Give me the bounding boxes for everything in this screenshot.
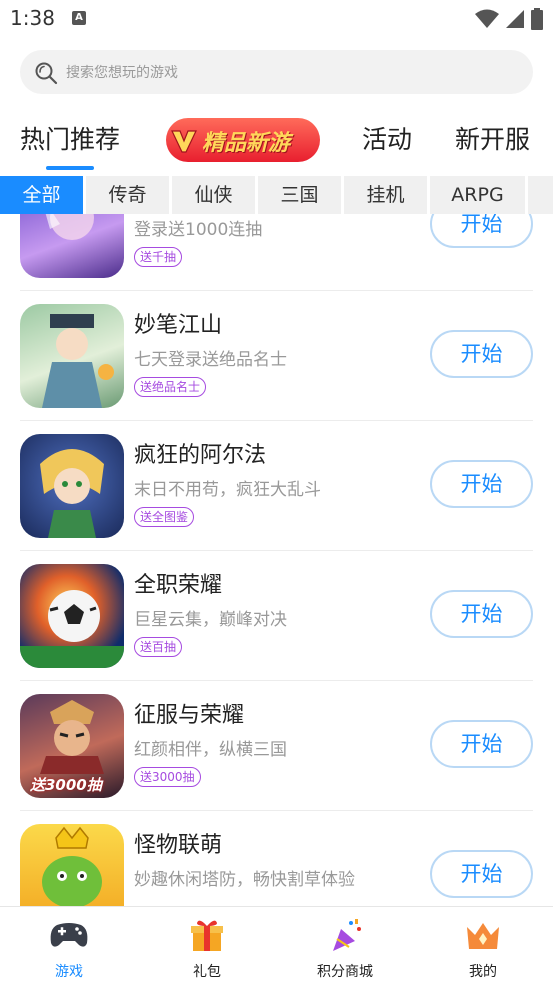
search-icon [35, 62, 58, 85]
category-xianxia[interactable]: 仙侠 [172, 176, 255, 214]
category-idle[interactable]: 挂机 [344, 176, 427, 214]
category-three-kingdoms[interactable]: 三国 [258, 176, 341, 214]
game-art-icon [40, 449, 104, 538]
nav-label: 游戏 [55, 964, 83, 980]
signal-icon [506, 10, 524, 28]
category-arpg[interactable]: ARPG [430, 176, 525, 214]
crown-icon [467, 923, 499, 949]
start-button[interactable]: 开始 [430, 460, 533, 508]
app-screen: 1:38 A 搜索您想玩的游戏 热门推荐 精品新游 活动 新开服 全部 传奇 仙… [0, 0, 553, 983]
icon-overlay-text: 送3000抽 [30, 776, 102, 794]
main-tabs: 热门推荐 精品新游 活动 新开服 [0, 108, 553, 170]
game-desc: 七天登录送绝品名士 [134, 350, 287, 370]
status-bar: 1:38 A [0, 0, 553, 40]
game-desc: 登录送1000连抽 [134, 220, 263, 240]
battery-icon [531, 8, 543, 30]
game-desc: 妙趣休闲塔防，畅快割草体验 [134, 870, 355, 890]
nav-label: 礼包 [193, 964, 221, 980]
game-title: 全职荣耀 [134, 573, 223, 598]
game-title: 疯狂的阿尔法 [134, 443, 267, 468]
game-icon: 送3000抽 [20, 694, 124, 798]
game-art-icon [42, 826, 102, 906]
tab-activity[interactable]: 活动 [362, 120, 412, 156]
notification-icon: A [72, 11, 86, 25]
v-logo-icon [171, 130, 197, 153]
start-button[interactable]: 开始 [430, 590, 533, 638]
game-title: 怪物联萌 [134, 833, 223, 858]
tab-hot-recommend[interactable]: 热门推荐 [20, 120, 121, 170]
gift-badge: 送百抽 [134, 637, 183, 657]
game-art-icon [42, 314, 114, 408]
gift-badge: 送全图鉴 [134, 507, 195, 527]
game-list-item[interactable]: 登录送1000连抽 送千抽 开始 [0, 214, 553, 291]
category-legend[interactable]: 传奇 [86, 176, 169, 214]
game-icon [20, 304, 124, 408]
tab-label: 精品新游 [202, 131, 291, 156]
status-time: 1:38 [10, 6, 55, 30]
tab-new-server[interactable]: 新开服 [455, 120, 530, 156]
nav-gifts[interactable]: 礼包 [138, 907, 276, 983]
category-all[interactable]: 全部 [0, 176, 83, 214]
gift-icon [191, 920, 223, 951]
tab-label: 新开服 [455, 125, 531, 154]
start-button[interactable]: 开始 [430, 720, 533, 768]
system-icons [475, 8, 543, 30]
category-bar: 全部 传奇 仙侠 三国 挂机 ARPG [0, 176, 553, 214]
gift-badge: 送绝品名士 [134, 377, 207, 397]
game-list-item[interactable]: 全职荣耀 巨星云集，巅峰对决 送百抽 开始 [0, 551, 553, 681]
search-placeholder: 搜索您想玩的游戏 [66, 65, 178, 81]
game-art-icon [45, 214, 94, 240]
gift-badge: 送千抽 [134, 247, 183, 267]
nav-mine[interactable]: 我的 [414, 907, 552, 983]
game-list-item[interactable]: 妙笔江山 七天登录送绝品名士 送绝品名士 开始 [0, 291, 553, 421]
nav-points-mall[interactable]: 积分商城 [276, 907, 414, 983]
start-button[interactable]: 开始 [430, 330, 533, 378]
bottom-nav: 游戏 礼包 积分商城 我的 [0, 906, 553, 983]
game-desc: 巨星云集，巅峰对决 [134, 610, 287, 630]
game-icon [20, 564, 124, 668]
active-tab-indicator [46, 166, 94, 170]
game-title: 妙笔江山 [134, 313, 223, 338]
tab-label: 热门推荐 [20, 125, 121, 154]
game-list-item[interactable]: 送3000抽 征服与荣耀 红颜相伴，纵横三国 送3000抽 开始 [0, 681, 553, 811]
gift-badge: 送3000抽 [134, 767, 201, 787]
start-button[interactable]: 开始 [430, 850, 533, 898]
party-popper-icon [333, 919, 361, 951]
game-desc: 末日不用苟，疯狂大乱斗 [134, 480, 321, 500]
game-list-item[interactable]: 怪物联萌 妙趣休闲塔防，畅快割草体验 开始 [0, 811, 553, 906]
nav-label: 我的 [469, 964, 497, 980]
nav-label: 积分商城 [317, 964, 373, 980]
tab-premium-new-games[interactable]: 精品新游 [166, 118, 320, 162]
game-icon [20, 214, 124, 278]
soccer-ball-icon [20, 590, 124, 668]
game-list-item[interactable]: 疯狂的阿尔法 末日不用苟，疯狂大乱斗 送全图鉴 开始 [0, 421, 553, 551]
search-bar[interactable]: 搜索您想玩的游戏 [20, 50, 533, 94]
tab-label: 活动 [362, 125, 413, 154]
nav-games[interactable]: 游戏 [0, 907, 138, 983]
start-button[interactable]: 开始 [430, 214, 533, 248]
game-icon [20, 434, 124, 538]
game-desc: 红颜相伴，纵横三国 [134, 740, 287, 760]
game-title: 征服与荣耀 [134, 703, 245, 728]
wifi-icon [475, 9, 499, 28]
game-icon [20, 824, 124, 906]
gamepad-icon [50, 923, 88, 947]
category-more-partial[interactable] [528, 176, 553, 214]
game-list: 登录送1000连抽 送千抽 开始 妙笔江山 七天登录送绝品名士 送绝品名士 开始 [0, 214, 553, 906]
